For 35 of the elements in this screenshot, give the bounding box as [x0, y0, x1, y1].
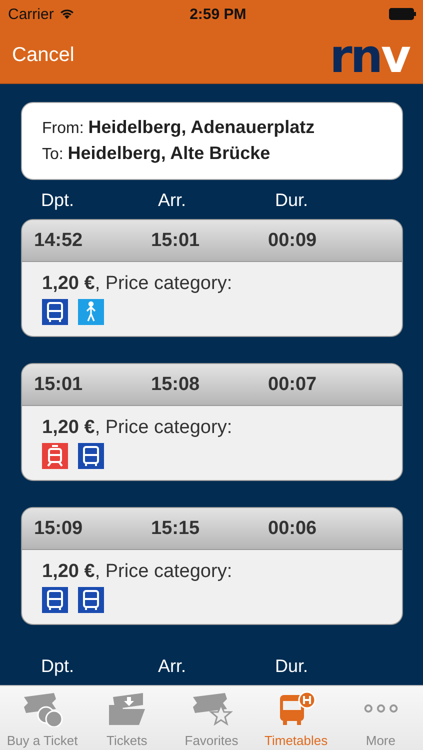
trip-card[interactable]: 15:01 15:08 00:07 1,20 €, Price category: — [21, 363, 403, 481]
column-header: Dur. — [275, 657, 310, 675]
wifi-icon — [58, 8, 75, 20]
duration: 00:07 — [268, 374, 318, 396]
trip-card[interactable]: 14:52 15:01 00:09 1,20 €, Price category: — [21, 219, 403, 337]
departure-time: 15:01 — [34, 374, 84, 396]
logo: rnv — [330, 32, 409, 78]
tab[interactable]: Tickets — [84, 686, 170, 750]
duration: 00:09 — [268, 230, 318, 252]
trip-card[interactable]: 15:09 15:15 00:06 1,20 €, Price category: — [21, 507, 403, 625]
arrival-time: 15:08 — [151, 374, 201, 396]
to-line: To: Heidelberg, Alte Brücke — [42, 142, 272, 165]
from-line: From: Heidelberg, Adenauerplatz — [42, 116, 316, 139]
arrival-time: 15:01 — [151, 230, 201, 252]
column-header: Arr. — [158, 657, 188, 675]
carrier-name: Carrier — [8, 6, 54, 22]
price-text: 1,20 €, Price category: — [42, 273, 234, 295]
status-time: 2:59 PM — [188, 6, 248, 22]
battery-icon — [389, 8, 417, 20]
duration: 00:06 — [268, 518, 318, 540]
arrival-time: 15:15 — [151, 518, 201, 540]
price-text: 1,20 €, Price category: — [42, 561, 234, 583]
departure-time: 15:09 — [34, 518, 84, 540]
departure-time: 14:52 — [34, 230, 84, 252]
column-header: Dpt. — [41, 190, 76, 211]
tab[interactable]: Favorites — [169, 686, 254, 750]
tab[interactable]: Timetables — [254, 686, 338, 750]
column-header: Dpt. — [41, 657, 76, 675]
tab[interactable]: Buy a Ticket — [0, 686, 85, 750]
column-header: Dur. — [275, 190, 310, 211]
more-icon — [364, 704, 398, 713]
tab[interactable]: More — [338, 686, 423, 750]
price-text: 1,20 €, Price category: — [42, 417, 234, 439]
cancel-button[interactable]: Cancel — [10, 42, 76, 69]
column-header: Arr. — [158, 190, 188, 211]
